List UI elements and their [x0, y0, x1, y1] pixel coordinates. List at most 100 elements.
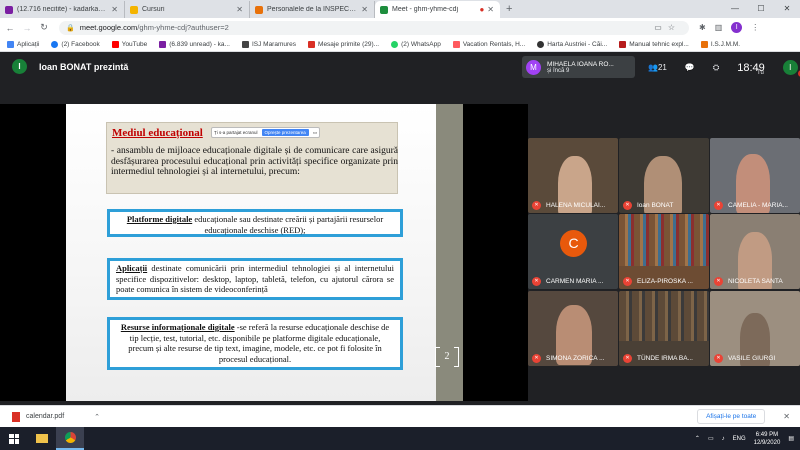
bookmark-airbnb[interactable]: Vacation Rentals, H... — [452, 40, 525, 48]
facebook-icon — [51, 40, 59, 48]
windows-taskbar: ⌃ ▭ ♪ ENG 6:49 PM 12/9/2020 ▤ — [0, 427, 800, 450]
participant-tile[interactable]: ✕ VASILE GIURGI — [710, 291, 800, 366]
address-input[interactable]: 🔒 meet.google.com/ghm-yhme-cdj?authuser=… — [59, 20, 689, 35]
maximize-icon[interactable]: ☐ — [748, 0, 774, 18]
taskbar-chrome[interactable] — [56, 427, 84, 450]
slide-box-apps: Aplicații destinate comunicării prin int… — [107, 258, 403, 300]
manual-icon — [619, 40, 627, 48]
share-banner-text: Ți s-a partajat ecranul — [214, 130, 258, 135]
participant-tile[interactable]: C ✕ CARMEN MARIA ... — [528, 214, 618, 289]
windows-icon — [9, 433, 19, 444]
bookmark-facebook[interactable]: (2) Facebook — [51, 40, 100, 48]
participant-tile[interactable]: ✕ NICOLETA SANTA — [710, 214, 800, 289]
bookmark-mail[interactable]: (6.839 unread) - ka... — [159, 40, 230, 48]
pinned-sub: și încă 9 — [547, 67, 570, 74]
browser-tab-2[interactable]: Cursuri ✕ — [125, 1, 250, 18]
input-language[interactable]: ENG — [733, 436, 746, 442]
reload-icon[interactable]: ↻ — [37, 22, 51, 33]
presenter-avatar: I — [12, 59, 27, 74]
new-tab-button[interactable]: + — [500, 1, 518, 18]
star-icon[interactable]: ☆ — [668, 23, 681, 32]
bookmark-map[interactable]: Harta Austriei - Căi... — [537, 40, 607, 48]
participant-name: CARMEN MARIA ... — [546, 278, 604, 285]
participant-tile[interactable]: ✕ SIMONA ZORICA ... — [528, 291, 618, 366]
bookmark-manual[interactable]: Manual tehnic expl... — [619, 40, 689, 48]
download-file[interactable]: calendar.pdf — [26, 413, 64, 420]
bookmark-youtube[interactable]: YouTube — [111, 40, 147, 48]
bookmark-label: Mesaje primite (29)... — [318, 40, 380, 48]
profile-avatar[interactable]: I — [731, 22, 743, 33]
mic-off-icon: ✕ — [714, 354, 723, 363]
pinned-participant[interactable]: M MIHAELA IOANA RO... și încă 9 — [522, 56, 635, 78]
yahoo-mail-icon — [5, 5, 13, 14]
participant-count: 21 — [657, 63, 667, 72]
participant-tile[interactable]: ✕ HALENA MICULAI... — [528, 138, 618, 213]
participant-tile[interactable]: ✕ Ioan BONAT — [619, 138, 709, 213]
participant-avatar: C — [560, 230, 587, 257]
yahoo-mail-icon — [159, 40, 167, 48]
notifications-icon[interactable]: ▤ — [788, 435, 794, 442]
forward-icon[interactable]: → — [20, 23, 34, 33]
lock-icon: 🔒 — [66, 24, 75, 32]
browser-tab-3[interactable]: Personalele de la INSPECTIE_SCOL ✕ — [250, 1, 375, 18]
participant-tile[interactable]: ✕ CAMELIA - MARIA... — [710, 138, 800, 213]
taskbar-clock[interactable]: 6:49 PM 12/9/2020 — [754, 431, 781, 447]
bookmark-whatsapp[interactable]: (2) WhatsApp — [391, 40, 441, 48]
mic-off-icon: ✕ — [532, 277, 541, 286]
close-downloads-icon[interactable]: ✕ — [783, 412, 790, 421]
close-window-icon[interactable]: ✕ — [774, 0, 800, 18]
bookmark-isjmm[interactable]: I.S.J.M.M. — [700, 40, 740, 48]
extension-icon[interactable]: ✱ — [699, 23, 706, 32]
back-icon[interactable]: ← — [3, 23, 17, 33]
close-tab-icon[interactable]: ✕ — [487, 5, 494, 14]
youtube-icon — [111, 40, 119, 48]
globe-icon — [537, 40, 545, 48]
meet-top-bar: I Ioan BONAT prezintă M MIHAELA IOANA RO… — [0, 52, 800, 82]
activities-icon[interactable]: ⛭ — [713, 63, 719, 73]
pinned-avatar: M — [526, 59, 541, 75]
clock-time: 6:49 PM — [755, 431, 779, 438]
tray-arrow-icon[interactable]: ⌃ — [695, 435, 700, 442]
tab-title: (12.716 necitite) - kadarkadar@y — [17, 6, 109, 13]
tab-title: Meet - ghm-yhme-cdj — [392, 6, 459, 13]
hide-banner-icon[interactable]: ▭ — [313, 130, 317, 136]
show-all-button[interactable]: Afișați-le pe toate — [697, 409, 766, 424]
slide-box-platforms: Platforme digitale educaționale sau dest… — [107, 209, 403, 237]
self-view[interactable]: I 6 — [782, 60, 800, 77]
folder-icon — [36, 434, 48, 443]
volume-icon[interactable]: ♪ — [722, 436, 725, 442]
start-button[interactable] — [0, 427, 28, 450]
omnibox-actions: ▭☆ — [654, 23, 681, 32]
document-icon — [255, 5, 263, 14]
people-button[interactable]: 👥21 — [648, 63, 667, 72]
close-tab-icon[interactable]: ✕ — [111, 5, 118, 14]
cast-icon[interactable]: ▭ — [654, 23, 668, 32]
bookmark-apps[interactable]: Aplicații — [7, 40, 39, 48]
participant-name: Ioan BONAT — [637, 202, 674, 209]
chat-icon[interactable]: 💬 — [685, 63, 695, 72]
pinned-name: MIHAELA IOANA RO... — [547, 60, 614, 68]
mic-off-icon: ✕ — [714, 277, 723, 286]
self-label: Tu — [757, 70, 764, 76]
bookmark-isj[interactable]: ISJ Maramures — [241, 40, 296, 48]
menu-icon[interactable]: ⋮ — [751, 23, 759, 32]
letterbox-left — [0, 104, 66, 401]
url-path: /ghm-yhme-cdj?authuser=2 — [137, 23, 229, 32]
chevron-up-icon[interactable]: ⌃ — [94, 413, 100, 421]
bookmark-label: (2) WhatsApp — [401, 40, 441, 48]
browser-tab-bar: (12.716 necitite) - kadarkadar@y ✕ Cursu… — [0, 0, 800, 18]
participant-tile[interactable]: ✕ ELIZA-PIROSKA ... — [619, 214, 709, 289]
bookmark-icon[interactable]: ▥ — [715, 23, 723, 32]
taskbar-explorer[interactable] — [28, 427, 56, 450]
close-tab-icon[interactable]: ✕ — [361, 5, 368, 14]
network-icon[interactable]: ▭ — [708, 435, 714, 442]
close-tab-icon[interactable]: ✕ — [236, 5, 243, 14]
minimize-icon[interactable]: — — [722, 0, 748, 18]
browser-tab-4[interactable]: Meet - ghm-yhme-cdj ● ✕ — [375, 1, 500, 18]
participant-tile[interactable]: ✕ TÜNDE IRMA BA... — [619, 291, 709, 366]
participant-grid: ✕ HALENA MICULAI... ✕ Ioan BONAT ✕ CAMELIA … — [528, 138, 800, 367]
bookmark-gmail[interactable]: Mesaje primite (29)... — [308, 40, 380, 48]
tab-title: Cursuri — [142, 6, 165, 13]
stop-presenting-button[interactable]: Oprește prezentarea — [261, 129, 309, 136]
browser-tab-1[interactable]: (12.716 necitite) - kadarkadar@y ✕ — [0, 1, 125, 18]
